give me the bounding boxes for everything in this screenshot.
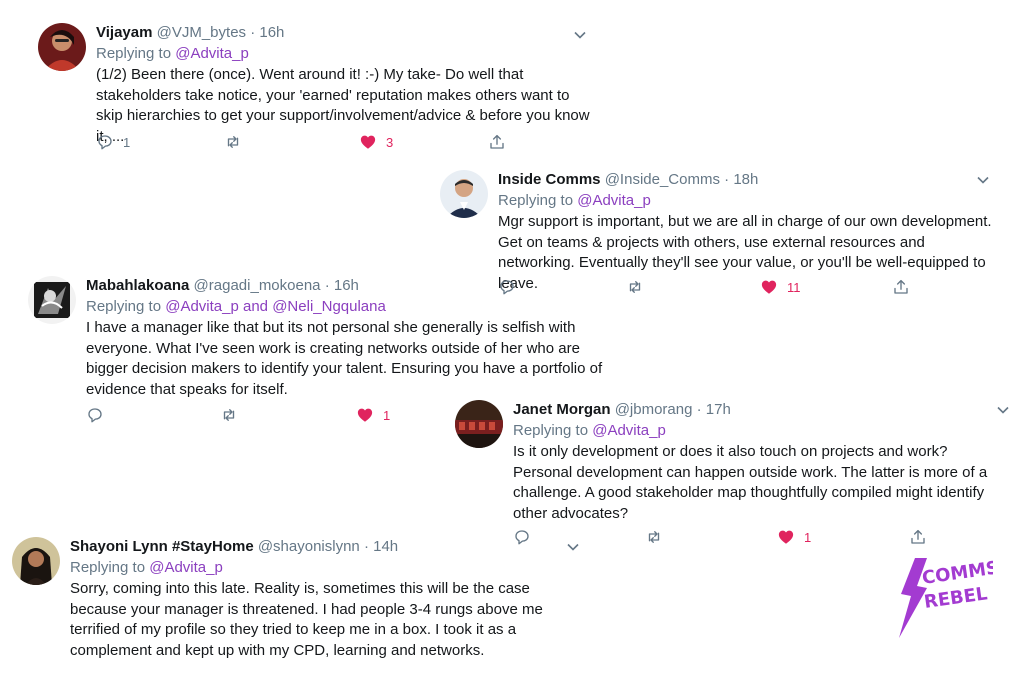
timestamp[interactable]: 18h [733, 171, 758, 188]
replying-to-link[interactable]: @Advita_p [175, 45, 249, 62]
heart-icon [778, 530, 794, 544]
retweet-button[interactable] [645, 528, 672, 546]
timestamp[interactable]: 14h [373, 538, 398, 555]
replying-to-conjunction: and [243, 298, 269, 315]
separator-dot: · [324, 277, 330, 294]
timestamp[interactable]: 16h [259, 24, 284, 41]
user-handle[interactable]: @VJM_bytes [157, 24, 246, 41]
timestamp[interactable]: 17h [706, 401, 731, 418]
display-name[interactable]: Janet Morgan [513, 401, 611, 418]
share-button[interactable] [892, 278, 910, 296]
retweet-icon [629, 281, 641, 293]
share-icon [894, 279, 908, 294]
separator-dot: · [724, 171, 730, 188]
logo-graphic: COMMS REBEL [899, 557, 1000, 638]
display-name[interactable]: Inside Comms [498, 171, 601, 188]
separator-dot: · [250, 24, 256, 41]
avatar[interactable] [455, 400, 503, 448]
replying-to-link[interactable]: @Advita_p [149, 559, 223, 576]
user-handle[interactable]: @jbmorang [615, 401, 693, 418]
tweet-text: (1/2) Been there (once). Went around it!… [96, 66, 590, 145]
separator-dot: · [696, 401, 702, 418]
like-button[interactable]: 1 [356, 406, 390, 424]
chevron-down-icon[interactable] [572, 27, 588, 43]
heart-icon [761, 280, 777, 294]
like-button[interactable]: 3 [359, 133, 393, 151]
tweet-text: Is it only development or does it also t… [513, 443, 988, 522]
display-name[interactable]: Vijayam [96, 24, 152, 41]
replying-to-link[interactable]: @Advita_p [165, 298, 239, 315]
avatar[interactable] [38, 23, 86, 71]
tweet-vijayam[interactable]: Vijayam @VJM_bytes · 16h Replying to @Ad… [38, 23, 598, 163]
logo-line-2: REBEL [923, 583, 989, 613]
avatar[interactable] [440, 170, 488, 218]
retweet-icon [227, 136, 239, 148]
tweet-text: I have a manager like that but its not p… [86, 319, 603, 398]
separator-dot: · [363, 538, 369, 555]
avatar[interactable] [28, 276, 76, 324]
share-button[interactable] [909, 528, 927, 546]
chevron-down-icon[interactable] [975, 172, 991, 188]
user-handle[interactable]: @shayonislynn [258, 538, 360, 555]
replying-to-label: Replying to [96, 45, 172, 62]
reply-icon [88, 408, 102, 423]
tweet-janet-morgan[interactable]: Janet Morgan @jbmorang · 17h Replying to… [455, 400, 1015, 550]
user-handle[interactable]: @Inside_Comms [605, 171, 720, 188]
like-button[interactable]: 11 [760, 278, 801, 296]
retweet-icon [648, 531, 660, 543]
like-count: 1 [383, 407, 391, 423]
heart-icon [360, 135, 376, 149]
chevron-down-icon[interactable] [565, 539, 581, 555]
replying-to-label: Replying to [86, 298, 162, 315]
display-name[interactable]: Mabahlakoana [86, 277, 189, 294]
tweet-text: Sorry, coming into this late. Reality is… [70, 580, 543, 659]
reply-count: 1 [123, 134, 131, 150]
tweet-shayoni-lynn[interactable]: Shayoni Lynn #StayHome @shayonislynn · 1… [12, 537, 592, 667]
replying-to-link[interactable]: @Advita_p [592, 422, 666, 439]
retweet-button[interactable] [626, 278, 653, 296]
share-icon [911, 529, 925, 544]
replying-to-label: Replying to [70, 559, 146, 576]
heart-icon [357, 408, 373, 422]
user-handle[interactable]: @ragadi_mokoena [194, 277, 321, 294]
replying-to-link-2[interactable]: @Neli_Ngqulana [272, 298, 386, 315]
like-count: 11 [787, 279, 801, 295]
display-name[interactable]: Shayoni Lynn #StayHome [70, 538, 254, 555]
like-count: 3 [386, 134, 394, 150]
like-count: 1 [804, 529, 812, 545]
retweet-icon [223, 409, 235, 421]
chevron-down-icon[interactable] [995, 402, 1011, 418]
share-icon [490, 134, 504, 149]
avatar[interactable] [12, 537, 60, 585]
like-button[interactable]: 1 [777, 528, 811, 546]
replying-to-label: Replying to [513, 422, 589, 439]
share-button[interactable] [488, 133, 506, 151]
retweet-button[interactable] [224, 133, 251, 151]
replying-to-label: Replying to [498, 192, 574, 209]
retweet-button[interactable] [220, 406, 247, 424]
replying-to-link[interactable]: @Advita_p [577, 192, 651, 209]
reply-button[interactable]: 1 [96, 133, 130, 151]
comms-rebel-logo: COMMS REBEL [893, 557, 1000, 640]
reply-button[interactable] [86, 406, 113, 424]
timestamp[interactable]: 16h [334, 277, 359, 294]
reply-icon [98, 135, 112, 150]
